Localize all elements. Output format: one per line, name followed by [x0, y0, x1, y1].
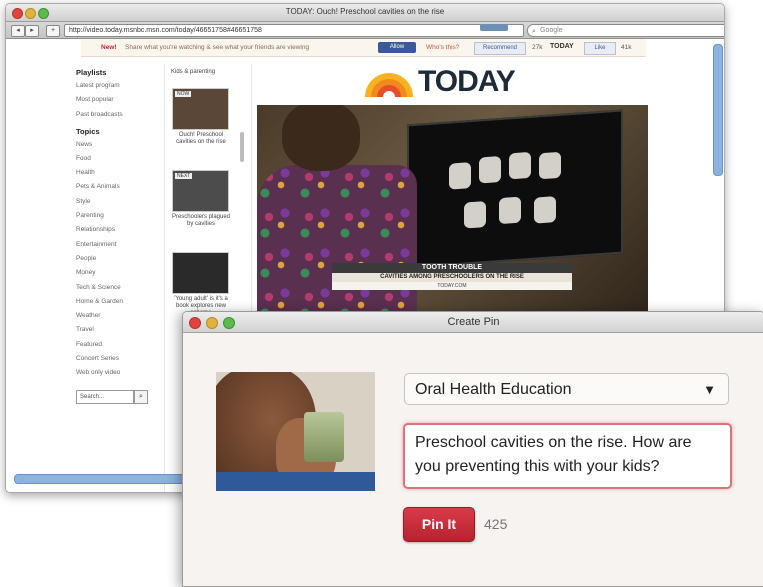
create-pin-dialog: Create Pin Oral Health Education ▼ Presc…	[182, 311, 763, 587]
sunrise-logo-icon	[365, 73, 413, 97]
video-thumbnail[interactable]	[172, 252, 229, 294]
board-select-value: Oral Health Education	[415, 381, 572, 398]
sidebar-item-topic[interactable]: Parenting	[76, 212, 158, 219]
today-small-logo: TODAY	[550, 43, 574, 50]
sidebar-item-topic[interactable]: Pets & Animals	[76, 183, 158, 190]
playlists-heading: Playlists	[76, 68, 107, 77]
video-thumbnail[interactable]: NOW	[172, 88, 229, 130]
notification-bar: New! Share what you're watching & see wh…	[81, 39, 646, 57]
new-badge: New!	[101, 44, 117, 51]
sidebar-item-popular[interactable]: Most popular	[76, 96, 158, 103]
horizontal-scrollbar[interactable]	[14, 474, 196, 484]
video-lower-third: TOOTH TROUBLE CAVITIES AMONG PRESCHOOLER…	[332, 263, 572, 290]
browser-window-title: TODAY: Ouch! Preschool cavities on the r…	[285, 7, 445, 16]
sidebar-item-topic[interactable]: Style	[76, 198, 158, 205]
board-select[interactable]: Oral Health Education ▼	[404, 373, 729, 405]
browser-toolbar: ◂ ▸ + http://video.today.msnbc.msn.com/t…	[6, 22, 724, 39]
related-scrollbar[interactable]	[240, 132, 244, 162]
vertical-scrollbar[interactable]	[713, 44, 723, 176]
sidebar-item-topic[interactable]: Concert Series	[76, 355, 158, 362]
recommend-button[interactable]: Recommend	[474, 42, 526, 55]
thumbnail-caption[interactable]: Ouch! Preschool cavities on the rise	[170, 132, 232, 146]
facebook-allow-button[interactable]: Allow	[378, 42, 416, 53]
video-player[interactable]: TOOTH TROUBLE CAVITIES AMONG PRESCHOOLER…	[257, 105, 648, 337]
sidebar-item-latest[interactable]: Latest program	[76, 82, 158, 89]
pin-it-button[interactable]: Pin It	[403, 507, 475, 542]
lower-third-brand: TODAY.COM	[332, 282, 572, 290]
whos-this-link[interactable]: Who's this?	[426, 44, 459, 51]
sidebar-item-topic[interactable]: People	[76, 255, 158, 262]
forward-button[interactable]: ▸	[25, 25, 39, 37]
sidebar-item-topic[interactable]: Health	[76, 169, 158, 176]
xray-monitor	[407, 109, 623, 269]
browser-titlebar: TODAY: Ouch! Preschool cavities on the r…	[6, 4, 724, 22]
lower-third-title: TOOTH TROUBLE	[332, 263, 572, 273]
sidebar-search-button[interactable]: ⌕	[134, 390, 148, 404]
thumbnail-caption[interactable]: Preschoolers plagued by cavities	[170, 214, 232, 228]
sidebar-item-topic[interactable]: Featured	[76, 341, 158, 348]
back-button[interactable]: ◂	[11, 25, 25, 37]
sidebar-item-topic[interactable]: Relationships	[76, 226, 158, 233]
sidebar-item-topic[interactable]: Web only video	[76, 369, 158, 376]
add-bookmark-button[interactable]: +	[46, 25, 60, 37]
like-count: 41k	[621, 44, 632, 51]
pin-description-field[interactable]: Preschool cavities on the rise. How are …	[403, 423, 732, 489]
like-button[interactable]: Like	[584, 42, 616, 55]
dropdown-arrow-icon: ▼	[703, 382, 716, 397]
pin-image-shirt	[216, 472, 375, 491]
topics-heading: Topics	[76, 126, 100, 136]
next-badge: NEXT	[175, 173, 193, 179]
address-bar[interactable]: http://video.today.msnbc.msn.com/today/4…	[64, 24, 524, 37]
character-count: 425	[484, 516, 508, 532]
today-logo-text: TODAY	[418, 65, 516, 98]
pin-body: Oral Health Education ▼ Preschool caviti…	[183, 333, 763, 586]
pin-image-cup	[304, 412, 344, 462]
video-thumbnail[interactable]: NEXT	[172, 170, 229, 212]
sidebar-item-topic[interactable]: Entertainment	[76, 241, 158, 248]
notification-message: Share what you're watching & see what yo…	[125, 44, 310, 51]
sidebar-item-topic[interactable]: Weather	[76, 312, 158, 319]
pin-image	[216, 372, 375, 491]
rss-icon[interactable]	[480, 24, 508, 31]
today-logo: TODAY	[363, 61, 543, 101]
sidebar-search-input[interactable]: Search...	[76, 390, 134, 404]
search-icon: ⌕	[139, 393, 143, 400]
sidebar-item-topic[interactable]: Travel	[76, 326, 158, 333]
pin-titlebar: Create Pin	[183, 312, 763, 333]
sidebar-item-topic[interactable]: Money	[76, 269, 158, 276]
sidebar-item-topic[interactable]: News	[76, 141, 158, 148]
related-heading: Kids & parenting	[171, 69, 216, 75]
search-placeholder: Google	[540, 27, 563, 34]
recommend-count: 27k	[532, 44, 543, 51]
sidebar-item-past[interactable]: Past broadcasts	[76, 111, 158, 118]
sidebar: Playlists Latest program Most popular Pa…	[76, 64, 158, 404]
lower-third-subtitle: CAVITIES AMONG PRESCHOOLERS ON THE RISE	[332, 273, 572, 282]
search-field[interactable]: ⌕ Google	[527, 24, 724, 37]
sidebar-item-topic[interactable]: Home & Garden	[76, 298, 158, 305]
sidebar-item-topic[interactable]: Food	[76, 155, 158, 162]
search-icon: ⌕	[532, 28, 536, 35]
pin-dialog-title: Create Pin	[447, 316, 500, 328]
video-person-head	[282, 105, 360, 171]
now-badge: NOW	[175, 91, 192, 97]
sidebar-item-topic[interactable]: Tech & Science	[76, 284, 158, 291]
